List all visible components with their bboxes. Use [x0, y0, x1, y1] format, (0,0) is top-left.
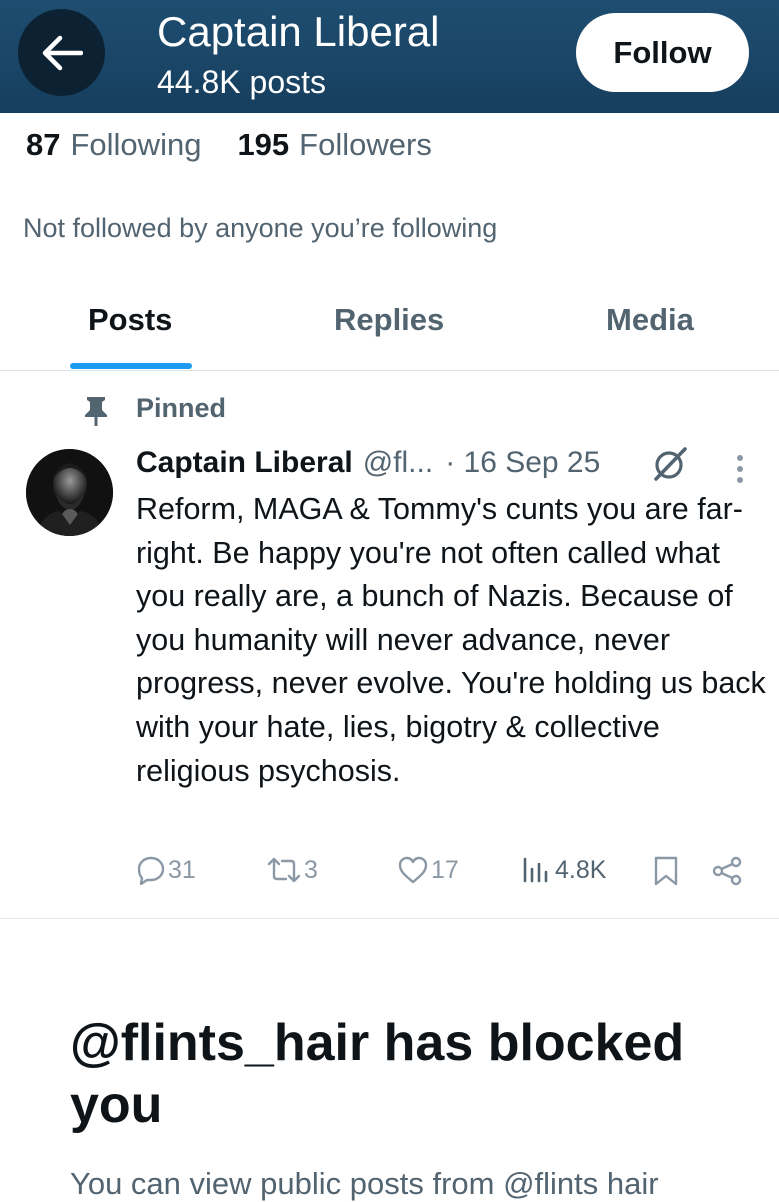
reply-count: 31 — [168, 855, 196, 884]
tweet-divider — [0, 918, 779, 919]
tweet-author-name[interactable]: Captain Liberal — [136, 446, 353, 480]
bookmark-button[interactable] — [652, 855, 680, 887]
share-button[interactable] — [711, 855, 743, 887]
profile-tabs: Posts Replies Media — [0, 280, 779, 371]
like-count: 17 — [431, 855, 459, 884]
follow-button[interactable]: Follow — [576, 13, 749, 92]
views-icon — [523, 857, 548, 883]
tab-posts[interactable]: Posts — [88, 302, 172, 338]
views-button[interactable]: 4.8K — [521, 855, 606, 885]
followers-link[interactable]: 195 Followers — [237, 127, 431, 163]
grok-icon[interactable] — [651, 446, 689, 482]
bookmark-icon — [654, 856, 678, 886]
following-label: Following — [70, 127, 202, 162]
post-count: 44.8K posts — [157, 64, 326, 100]
tweet-text: Reform, MAGA & Tommy's cunts you are far… — [136, 492, 766, 788]
arrow-left-icon — [42, 35, 83, 70]
share-icon — [712, 856, 742, 886]
pin-icon — [85, 397, 107, 426]
more-vertical-icon[interactable] — [728, 452, 752, 486]
tweet-author-handle[interactable]: @fl... — [363, 446, 433, 480]
repost-button[interactable]: 3 — [266, 855, 318, 885]
profile-header: Captain Liberal 44.8K posts Follow — [0, 0, 779, 113]
repost-icon — [267, 857, 301, 883]
tab-replies[interactable]: Replies — [334, 302, 444, 338]
avatar[interactable] — [26, 449, 113, 536]
tweet-header: Captain Liberal @fl... · 16 Sep 25 — [136, 446, 600, 480]
followers-label: Followers — [299, 127, 432, 162]
tab-media[interactable]: Media — [606, 302, 694, 338]
back-button[interactable] — [18, 9, 105, 96]
active-tab-indicator — [70, 363, 192, 369]
avatar-image — [26, 449, 113, 536]
views-count: 4.8K — [555, 855, 607, 884]
reply-button[interactable]: 31 — [136, 855, 196, 885]
repost-count: 3 — [304, 855, 318, 884]
blocked-description: You can view public posts from @flints h… — [70, 1166, 659, 1201]
reply-icon — [137, 856, 165, 885]
following-count: 87 — [26, 127, 61, 162]
following-link[interactable]: 87 Following — [26, 127, 201, 163]
pinned-label: Pinned — [136, 393, 227, 423]
profile-name: Captain Liberal — [157, 8, 440, 55]
heart-icon — [398, 856, 428, 884]
tweet-date[interactable]: · 16 Sep 25 — [445, 446, 600, 480]
follow-stats: 87 Following 195 Followers — [26, 127, 432, 163]
followers-count: 195 — [237, 127, 290, 162]
blocked-title: @flints_hair has blocked you — [70, 1014, 685, 1134]
like-button[interactable]: 17 — [397, 855, 459, 885]
not-followed-notice: Not followed by anyone you’re following — [23, 213, 498, 243]
